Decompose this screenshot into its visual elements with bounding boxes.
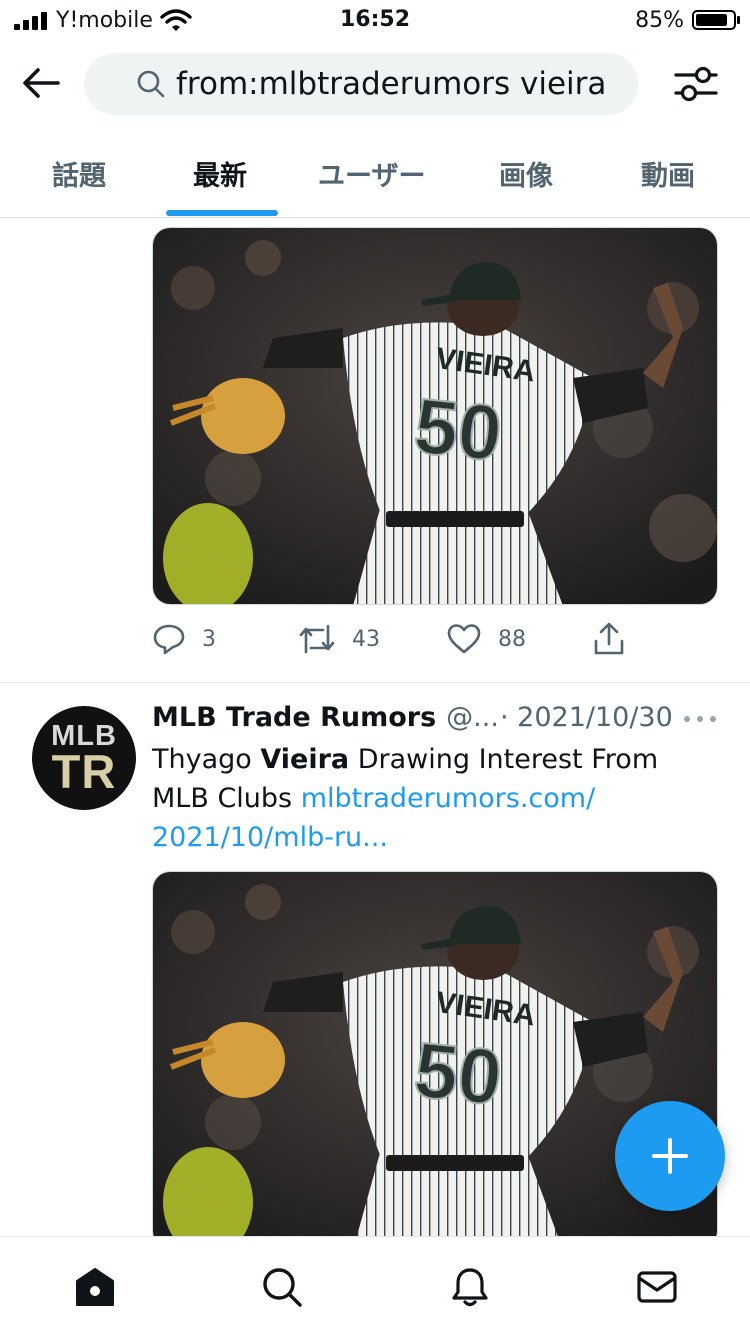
tweet-date[interactable]: · 2021/10/30 — [500, 702, 673, 733]
share-button[interactable] — [592, 618, 626, 660]
battery-icon — [692, 10, 740, 30]
retweet-icon — [299, 624, 335, 654]
avatar[interactable]: MLB TR — [32, 706, 136, 810]
tweet-media-photo[interactable]: VIEIRA 50 — [152, 227, 718, 605]
search-icon — [137, 70, 165, 98]
tweet-link[interactable]: mlbtraderumors.com/ — [301, 783, 595, 814]
tweet-text-part: Thyago — [152, 744, 261, 775]
nav-home[interactable] — [73, 1265, 117, 1309]
like-count: 88 — [498, 626, 526, 652]
search-tabs: 話題 最新 ユーザー 画像 動画 — [0, 134, 750, 218]
reply-count: 3 — [202, 626, 216, 652]
nav-notifications[interactable] — [448, 1265, 492, 1309]
retweet-button[interactable]: 43 — [298, 618, 380, 660]
tweet-text: Thyago Vieira Drawing Interest From MLB … — [152, 740, 712, 857]
tweet-actions: 3 43 88 — [152, 618, 712, 660]
nav-explore[interactable] — [260, 1265, 304, 1309]
home-icon — [76, 1268, 114, 1306]
tab-trending[interactable]: 話題 — [52, 154, 106, 193]
tab-latest[interactable]: 最新 — [193, 154, 247, 193]
active-tab-indicator — [166, 210, 278, 216]
author-handle: @... — [446, 702, 499, 733]
compose-tweet-button[interactable] — [615, 1101, 725, 1211]
search-query-text: from:mlbtraderumors vieira — [176, 66, 607, 102]
jersey-number-text: 50 — [410, 381, 505, 478]
tweet-text-highlight: Vieira — [260, 744, 350, 775]
search-icon — [263, 1268, 302, 1307]
bottom-navigation — [0, 1236, 750, 1334]
author-name: MLB Trade Rumors — [152, 702, 437, 733]
search-input[interactable]: from:mlbtraderumors vieira — [84, 53, 638, 115]
battery-percent: 85% — [635, 8, 684, 33]
retweet-count: 43 — [352, 626, 380, 652]
heart-icon — [447, 624, 481, 654]
notifications-bell-icon — [452, 1268, 488, 1307]
tweet-divider — [0, 682, 750, 683]
tab-photos[interactable]: 画像 — [499, 154, 553, 193]
status-bar: Y!mobile 16:52 85% — [0, 0, 750, 42]
tweet-author[interactable]: MLB Trade Rumors @... — [152, 702, 499, 740]
avatar-logo-bottom: TR — [51, 745, 117, 798]
tab-users[interactable]: ユーザー — [318, 154, 425, 193]
search-header: from:mlbtraderumors vieira — [0, 44, 750, 124]
search-filter-button[interactable] — [672, 60, 720, 108]
plus-icon — [652, 1138, 688, 1174]
reply-button[interactable]: 3 — [152, 618, 216, 660]
tab-videos[interactable]: 動画 — [641, 154, 695, 193]
share-icon — [594, 622, 624, 655]
reply-bubble-icon — [153, 624, 185, 655]
like-button[interactable]: 88 — [446, 618, 526, 660]
nav-messages[interactable] — [635, 1265, 679, 1309]
filter-sliders-icon — [674, 66, 718, 102]
more-options-icon[interactable] — [682, 712, 718, 728]
tweet-link[interactable]: 2021/10/mlb-ru... — [152, 822, 388, 853]
jersey-number-text: 50 — [410, 1025, 505, 1122]
messages-envelope-icon — [637, 1271, 677, 1303]
back-arrow-icon — [23, 68, 60, 98]
back-button[interactable] — [18, 60, 64, 106]
